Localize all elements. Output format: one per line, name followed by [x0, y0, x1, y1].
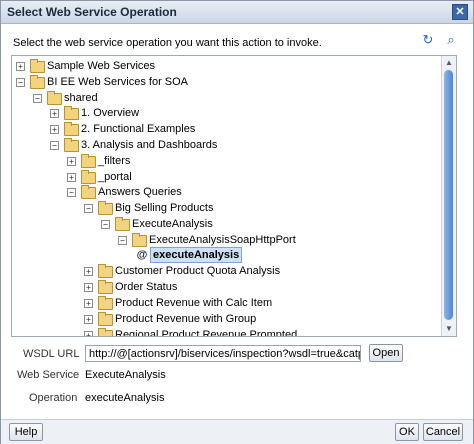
tree-item-label: 3. Analysis and Dashboards	[81, 139, 218, 151]
tree-item-label: 2. Functional Examples	[81, 123, 196, 136]
tree-item-label: Big Selling Products	[115, 202, 214, 215]
tree-item-label: ExecuteAnalysisSoapHttpPort	[149, 233, 296, 246]
folder-icon	[30, 59, 45, 73]
collapse-icon[interactable]: −	[33, 93, 42, 103]
help-button[interactable]: Help	[9, 423, 43, 441]
folder-icon	[64, 138, 79, 152]
tree-item-label: Sample Web Services	[47, 60, 156, 72]
folder-icon	[98, 264, 113, 279]
folder-icon	[98, 280, 113, 295]
close-icon[interactable]: ✕	[452, 4, 468, 20]
folder-icon	[81, 169, 96, 184]
collapse-icon[interactable]: −	[101, 220, 110, 229]
folder-icon	[47, 90, 62, 105]
folder-icon	[98, 311, 113, 326]
wsdl-url-input[interactable]: http://@[actionsrv]/biservices/inspectio…	[85, 345, 361, 362]
title-bar: Select Web Service Operation ✕	[1, 1, 473, 24]
tree-item-label: _filters	[98, 154, 131, 167]
cancel-button[interactable]: Cancel	[423, 423, 463, 441]
tree-scrollbar[interactable]: ▲ ▼	[441, 56, 456, 336]
operation-tree: + Sample Web Services − BI EE Web Services …	[11, 55, 457, 337]
operation-value: executeAnalysis	[85, 392, 165, 404]
open-button[interactable]: Open	[369, 344, 403, 362]
collapse-icon[interactable]: −	[118, 235, 127, 245]
tree-item-label: _portal	[98, 170, 132, 183]
expand-icon[interactable]: +	[84, 314, 93, 324]
tree-item-label: Customer Product Quota Analysis	[115, 265, 281, 278]
folder-icon	[115, 217, 130, 231]
tree-item-label: ExecuteAnalysis	[132, 218, 213, 230]
expand-icon[interactable]: +	[50, 125, 59, 135]
web-service-value: ExecuteAnalysis	[85, 369, 166, 381]
collapse-icon[interactable]: −	[50, 141, 59, 150]
wsdl-url-label: WSDL URL	[23, 348, 80, 360]
folder-icon	[98, 327, 113, 336]
folder-icon	[64, 122, 79, 137]
scroll-down-icon[interactable]: ▼	[445, 324, 453, 333]
tree-item-label: Product Revenue with Group	[115, 312, 257, 325]
expand-icon[interactable]: +	[67, 156, 76, 166]
expand-icon[interactable]: +	[67, 172, 76, 182]
folder-icon	[98, 201, 113, 216]
dialog-title: Select Web Service Operation	[7, 5, 177, 19]
expand-icon[interactable]: +	[16, 62, 25, 71]
folder-icon	[64, 106, 79, 121]
select-web-service-operation-dialog: Select Web Service Operation ✕ Select th…	[0, 0, 474, 444]
folder-icon	[81, 185, 96, 200]
tree-item-label: shared	[64, 91, 98, 104]
folder-icon	[98, 296, 113, 310]
operation-icon: @	[136, 248, 148, 261]
collapse-icon[interactable]: −	[67, 188, 76, 198]
tree-item-label: executeAnalysis	[150, 246, 243, 263]
expand-icon[interactable]: +	[84, 330, 93, 336]
ok-button[interactable]: OK	[395, 423, 419, 441]
expand-icon[interactable]: +	[84, 299, 93, 308]
tree-item-label: 1. Overview	[81, 107, 140, 120]
collapse-icon[interactable]: −	[16, 77, 25, 87]
tree-item-label: Product Revenue with Calc Item	[115, 297, 273, 309]
tree-toolbar: ↻ ⌕	[416, 32, 459, 48]
find-icon[interactable]: ⌕	[443, 32, 459, 48]
scroll-up-icon[interactable]: ▲	[445, 58, 453, 67]
folder-icon	[30, 74, 45, 89]
tree-item-label: Order Status	[115, 281, 178, 294]
expand-icon[interactable]: +	[84, 283, 93, 293]
refresh-icon[interactable]: ↻	[420, 32, 436, 48]
tree-item-label: Answers Queries	[98, 186, 182, 199]
collapse-icon[interactable]: −	[84, 204, 93, 214]
folder-icon	[132, 232, 147, 247]
scroll-thumb[interactable]	[444, 70, 453, 320]
tree-item-label: BI EE Web Services for SOA	[47, 75, 189, 88]
web-service-label: Web Service	[17, 369, 80, 381]
instruction-text: Select the web service operation you wan…	[13, 37, 322, 49]
expand-icon[interactable]: +	[50, 109, 59, 119]
dialog-footer: Help OK Cancel	[1, 419, 473, 444]
folder-icon	[81, 153, 96, 168]
expand-icon[interactable]: +	[84, 267, 93, 277]
tree-item-label: Regional Product Revenue Prompted	[115, 328, 298, 337]
operation-label: Operation	[29, 392, 78, 404]
